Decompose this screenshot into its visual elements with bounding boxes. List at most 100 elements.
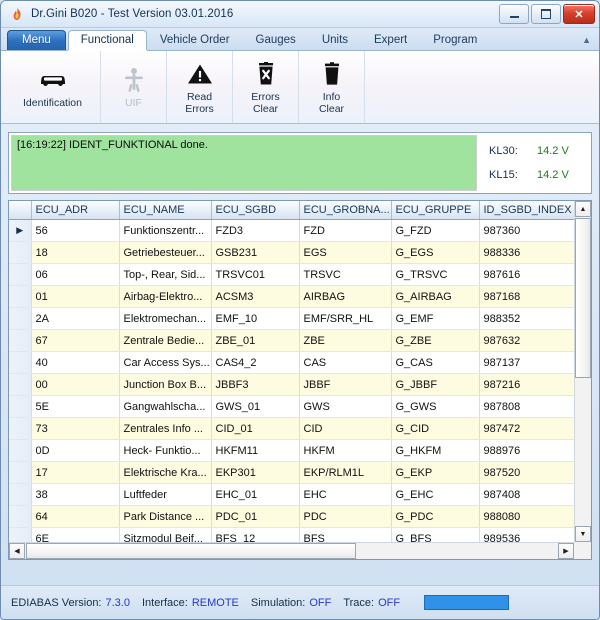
cell-ecu-gruppe[interactable]: G_FZD [391, 220, 479, 242]
cell-ecu-name[interactable]: Gangwahlscha... [119, 396, 211, 418]
scroll-left-icon[interactable]: ◀ [9, 543, 25, 559]
cell-ecu-grobname[interactable]: TRSVC [299, 264, 391, 286]
cell-ecu-sgbd[interactable]: EMF_10 [211, 308, 299, 330]
cell-id-sgbd-index[interactable]: 987168 [479, 286, 574, 308]
menu-button[interactable]: Menu [7, 30, 66, 50]
cell-ecu-sgbd[interactable]: GSB231 [211, 242, 299, 264]
row-selector[interactable] [9, 286, 31, 308]
cell-id-sgbd-index[interactable]: 988352 [479, 308, 574, 330]
cell-ecu-sgbd[interactable]: HKFM11 [211, 440, 299, 462]
chevron-up-icon[interactable]: ▲ [582, 31, 591, 50]
cell-ecu-adr[interactable]: 06 [31, 264, 119, 286]
tab-gauges[interactable]: Gauges [243, 30, 309, 50]
cell-ecu-adr[interactable]: 64 [31, 506, 119, 528]
table-row[interactable]: 73Zentrales Info ...CID_01CIDG_CID987472 [9, 418, 574, 440]
cell-ecu-sgbd[interactable]: TRSVC01 [211, 264, 299, 286]
row-selector[interactable] [9, 396, 31, 418]
tab-expert[interactable]: Expert [361, 30, 420, 50]
cell-ecu-grobname[interactable]: JBBF [299, 374, 391, 396]
row-selector[interactable] [9, 506, 31, 528]
cell-ecu-grobname[interactable]: EHC [299, 484, 391, 506]
cell-ecu-grobname[interactable]: CAS [299, 352, 391, 374]
table-row[interactable]: ▶56Funktionszentr...FZD3FZDG_FZD987360 [9, 220, 574, 242]
column-header-ecu-name[interactable]: ECU_NAME [119, 201, 211, 220]
cell-id-sgbd-index[interactable]: 988976 [479, 440, 574, 462]
cell-ecu-sgbd[interactable]: ZBE_01 [211, 330, 299, 352]
column-header-ecu-sgbd[interactable]: ECU_SGBD [211, 201, 299, 220]
vertical-scroll-thumb[interactable] [575, 218, 591, 378]
maximize-button[interactable] [531, 4, 561, 24]
row-selector[interactable] [9, 242, 31, 264]
cell-ecu-name[interactable]: Heck- Funktio... [119, 440, 211, 462]
cell-ecu-grobname[interactable]: EMF/SRR_HL [299, 308, 391, 330]
cell-id-sgbd-index[interactable]: 987632 [479, 330, 574, 352]
cell-ecu-sgbd[interactable]: FZD3 [211, 220, 299, 242]
cell-ecu-gruppe[interactable]: G_CAS [391, 352, 479, 374]
cell-ecu-name[interactable]: Top-, Rear, Sid... [119, 264, 211, 286]
row-selector[interactable] [9, 308, 31, 330]
cell-id-sgbd-index[interactable]: 987472 [479, 418, 574, 440]
cell-ecu-adr[interactable]: 18 [31, 242, 119, 264]
row-selector[interactable] [9, 418, 31, 440]
cell-ecu-adr[interactable]: 67 [31, 330, 119, 352]
cell-ecu-sgbd[interactable]: PDC_01 [211, 506, 299, 528]
column-header-ecu-grobname[interactable]: ECU_GROBNA... [299, 201, 391, 220]
cell-ecu-sgbd[interactable]: GWS_01 [211, 396, 299, 418]
cell-ecu-adr[interactable]: 00 [31, 374, 119, 396]
cell-ecu-adr[interactable]: 01 [31, 286, 119, 308]
cell-ecu-gruppe[interactable]: G_EMF [391, 308, 479, 330]
cell-id-sgbd-index[interactable]: 987216 [479, 374, 574, 396]
cell-ecu-gruppe[interactable]: G_HKFM [391, 440, 479, 462]
column-header-id-sgbd-index[interactable]: ID_SGBD_INDEX [479, 201, 574, 220]
scroll-right-icon[interactable]: ▶ [558, 543, 574, 559]
row-selector[interactable]: ▶ [9, 220, 31, 242]
vertical-scrollbar[interactable]: ▲ ▼ [574, 201, 591, 542]
tab-program[interactable]: Program [420, 30, 490, 50]
scroll-up-icon[interactable]: ▲ [575, 201, 591, 217]
cell-id-sgbd-index[interactable]: 987137 [479, 352, 574, 374]
cell-ecu-sgbd[interactable]: BFS_12 [211, 528, 299, 543]
cell-id-sgbd-index[interactable]: 988080 [479, 506, 574, 528]
cell-ecu-grobname[interactable]: AIRBAG [299, 286, 391, 308]
tab-vehicle-order[interactable]: Vehicle Order [147, 30, 243, 50]
cell-ecu-name[interactable]: Sitzmodul Beif... [119, 528, 211, 543]
cell-ecu-gruppe[interactable]: G_GWS [391, 396, 479, 418]
cell-ecu-grobname[interactable]: CID [299, 418, 391, 440]
cell-ecu-gruppe[interactable]: G_AIRBAG [391, 286, 479, 308]
cell-ecu-gruppe[interactable]: G_CID [391, 418, 479, 440]
row-selector[interactable] [9, 330, 31, 352]
cell-ecu-name[interactable]: Elektromechan... [119, 308, 211, 330]
cell-ecu-gruppe[interactable]: G_EKP [391, 462, 479, 484]
horizontal-scroll-thumb[interactable] [26, 543, 356, 559]
cell-id-sgbd-index[interactable]: 988336 [479, 242, 574, 264]
cell-ecu-grobname[interactable]: GWS [299, 396, 391, 418]
errors-clear-button[interactable]: Errors Clear [233, 51, 299, 123]
cell-id-sgbd-index[interactable]: 987616 [479, 264, 574, 286]
table-row[interactable]: 01Airbag-Elektro...ACSM3AIRBAGG_AIRBAG98… [9, 286, 574, 308]
row-selector[interactable] [9, 374, 31, 396]
cell-ecu-name[interactable]: Junction Box B... [119, 374, 211, 396]
cell-id-sgbd-index[interactable]: 987408 [479, 484, 574, 506]
row-selector[interactable] [9, 462, 31, 484]
cell-id-sgbd-index[interactable]: 987808 [479, 396, 574, 418]
tab-units[interactable]: Units [309, 30, 361, 50]
table-row[interactable]: 5EGangwahlscha...GWS_01GWSG_GWS987808 [9, 396, 574, 418]
table-row[interactable]: 00Junction Box B...JBBF3JBBFG_JBBF987216 [9, 374, 574, 396]
cell-ecu-sgbd[interactable]: CAS4_2 [211, 352, 299, 374]
cell-ecu-sgbd[interactable]: JBBF3 [211, 374, 299, 396]
table-row[interactable]: 2AElektromechan...EMF_10EMF/SRR_HLG_EMF9… [9, 308, 574, 330]
cell-id-sgbd-index[interactable]: 987360 [479, 220, 574, 242]
cell-ecu-adr[interactable]: 6E [31, 528, 119, 543]
scroll-down-icon[interactable]: ▼ [575, 526, 591, 542]
cell-ecu-gruppe[interactable]: G_JBBF [391, 374, 479, 396]
table-row[interactable]: 38LuftfederEHC_01EHCG_EHC987408 [9, 484, 574, 506]
cell-ecu-name[interactable]: Car Access Sys... [119, 352, 211, 374]
cell-ecu-name[interactable]: Airbag-Elektro... [119, 286, 211, 308]
cell-ecu-name[interactable]: Elektrische Kra... [119, 462, 211, 484]
cell-ecu-adr[interactable]: 38 [31, 484, 119, 506]
table-row[interactable]: 6ESitzmodul Beif...BFS_12BFSG_BFS989536 [9, 528, 574, 543]
cell-ecu-name[interactable]: Park Distance ... [119, 506, 211, 528]
row-selector[interactable] [9, 528, 31, 543]
table-row[interactable]: 64Park Distance ...PDC_01PDCG_PDC988080 [9, 506, 574, 528]
cell-ecu-adr[interactable]: 17 [31, 462, 119, 484]
